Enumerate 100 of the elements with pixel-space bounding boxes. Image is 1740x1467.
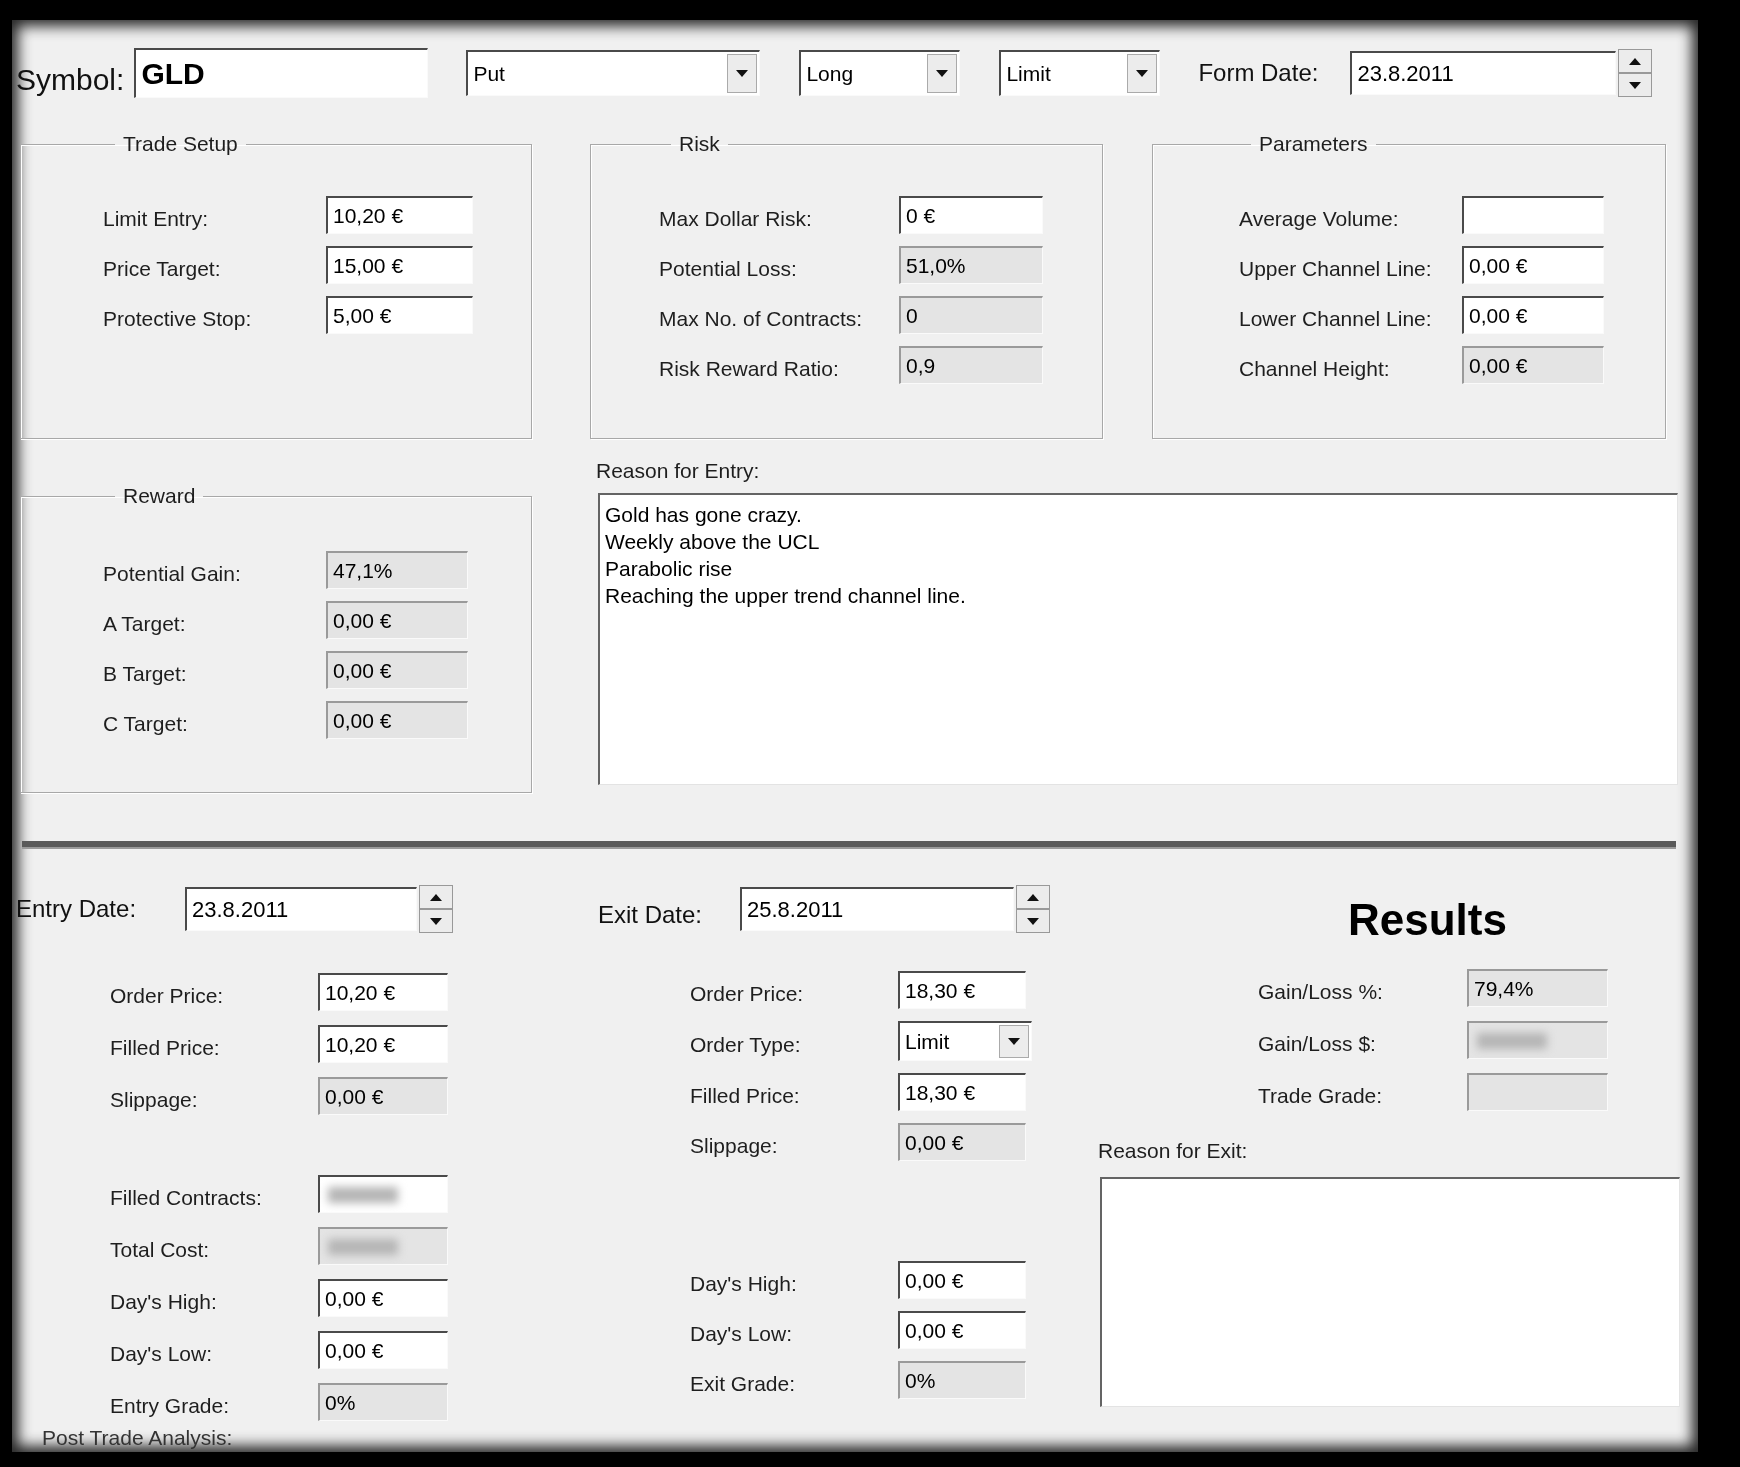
field-label: Filled Price: <box>690 1083 800 1108</box>
group-title: Parameters <box>1258 132 1369 156</box>
text-field[interactable]: 0 € <box>899 196 1043 234</box>
up-arrow-icon <box>1027 893 1039 901</box>
field-label: Potential Gain: <box>103 561 241 586</box>
field-label: Entry Grade: <box>110 1393 230 1418</box>
field-label: B Target: <box>103 661 187 686</box>
spin-up-button[interactable] <box>419 885 453 909</box>
spin-up-button[interactable] <box>1618 49 1653 73</box>
reason-for-exit-label: Reason for Exit: <box>1098 1139 1249 1163</box>
spin-down-button[interactable] <box>419 909 453 933</box>
dropdown[interactable]: Long <box>799 50 961 96</box>
field-label: Day's High: <box>690 1271 797 1296</box>
reason-for-entry-field[interactable]: Gold has gone crazy. Weekly above the UCL Parabolic rise Reaching the upper trend channel line. <box>598 493 1678 785</box>
group-title: Risk <box>678 132 721 156</box>
text-field[interactable]: 5,00 € <box>326 296 473 334</box>
splitter-bar[interactable] <box>22 841 1676 849</box>
field-label: Day's Low: <box>110 1341 213 1366</box>
down-arrow-icon <box>1008 1038 1020 1045</box>
text-field[interactable]: 18,30 € <box>898 971 1026 1009</box>
text-field[interactable]: 0,00 € <box>1462 346 1604 384</box>
field-label: Day's Low: <box>690 1321 793 1346</box>
field-label: Limit Entry: <box>103 206 209 231</box>
field-label: Order Price: <box>690 981 804 1006</box>
field-label: Slippage: <box>690 1133 778 1158</box>
field-label: Filled Contracts: <box>110 1185 262 1210</box>
field-label: Price Target: <box>103 256 221 281</box>
text-field[interactable]: 0,9 <box>899 346 1043 384</box>
field-label: Upper Channel Line: <box>1239 256 1432 281</box>
text-field[interactable]: 0,00 € <box>326 701 468 739</box>
field-label: Filled Price: <box>110 1035 220 1060</box>
reason-for-exit-field[interactable] <box>1100 1177 1680 1407</box>
field-label: Order Price: <box>110 983 224 1008</box>
field-label: A Target: <box>103 611 186 636</box>
up-arrow-icon <box>1629 57 1642 65</box>
form-date-label: Form Date: <box>1198 59 1319 87</box>
spin-up-button[interactable] <box>1016 885 1050 909</box>
blurred-field[interactable] <box>1467 1021 1608 1059</box>
field-label: Average Volume: <box>1239 206 1399 231</box>
dropdown[interactable]: Limit <box>999 50 1161 96</box>
field-label: Risk Reward Ratio: <box>659 356 839 381</box>
down-arrow-icon <box>736 70 749 77</box>
field-label: Lower Channel Line: <box>1239 306 1432 331</box>
text-field[interactable]: 0% <box>898 1361 1026 1399</box>
spin-down-button[interactable] <box>1016 909 1050 933</box>
dropdown[interactable]: Put <box>466 50 761 96</box>
down-arrow-icon <box>1027 917 1039 925</box>
text-field[interactable]: 10,20 € <box>318 1025 448 1063</box>
text-field[interactable]: 0% <box>318 1383 448 1421</box>
date-field[interactable]: 25.8.2011 <box>740 887 1014 931</box>
field-label: Max Dollar Risk: <box>659 206 812 231</box>
text-field[interactable]: 15,00 € <box>326 246 473 284</box>
date-field[interactable]: 23.8.2011 <box>1350 51 1617 95</box>
text-field[interactable]: 79,4% <box>1467 969 1608 1007</box>
text-field[interactable]: 0,00 € <box>898 1311 1026 1349</box>
post-trade-analysis-label: Post Trade Analysis: <box>42 1426 234 1451</box>
text-field[interactable]: 0,00 € <box>326 651 468 689</box>
text-field[interactable]: 47,1% <box>326 551 468 589</box>
text-field[interactable]: 0,00 € <box>318 1331 448 1369</box>
field-label: Gain/Loss $: <box>1258 1031 1376 1056</box>
field-label: Max No. of Contracts: <box>659 306 863 331</box>
down-arrow-icon <box>936 70 949 77</box>
date-field[interactable]: 23.8.2011 <box>185 887 417 931</box>
text-field[interactable]: 18,30 € <box>898 1073 1026 1111</box>
spin-down-button[interactable] <box>1618 73 1653 97</box>
text-field[interactable]: 0,00 € <box>318 1077 448 1115</box>
text-field[interactable]: 0,00 € <box>1462 296 1604 334</box>
field-label: Total Cost: <box>110 1237 210 1262</box>
field-label: C Target: <box>103 711 188 736</box>
field-label: Potential Loss: <box>659 256 797 281</box>
field-label: Order Type: <box>690 1032 801 1057</box>
text-field[interactable]: 0,00 € <box>326 601 468 639</box>
text-field[interactable]: 0 <box>899 296 1043 334</box>
down-arrow-icon <box>1136 70 1149 77</box>
text-field[interactable]: 0,00 € <box>1462 246 1604 284</box>
text-field[interactable] <box>1462 196 1604 234</box>
blurred-field[interactable] <box>318 1175 448 1213</box>
text-field[interactable]: 0,00 € <box>898 1261 1026 1299</box>
text-field[interactable]: 10,20 € <box>318 973 448 1011</box>
text-field[interactable]: 0,00 € <box>898 1123 1026 1161</box>
field-label: Gain/Loss %: <box>1258 979 1383 1004</box>
field-label: Slippage: <box>110 1087 198 1112</box>
down-arrow-icon <box>1629 81 1642 89</box>
up-arrow-icon <box>430 893 442 901</box>
text-field[interactable] <box>1467 1073 1608 1111</box>
dropdown[interactable]: Limit <box>898 1021 1032 1061</box>
field-label: Protective Stop: <box>103 306 252 331</box>
field-label: Trade Grade: <box>1258 1083 1383 1108</box>
symbol-field[interactable]: GLD <box>134 48 429 98</box>
exit-date-label: Exit Date: <box>598 901 704 929</box>
field-label: Exit Grade: <box>690 1371 796 1396</box>
text-field[interactable]: 0,00 € <box>318 1279 448 1317</box>
reason-for-entry-label: Reason for Entry: <box>596 459 761 483</box>
blurred-field[interactable] <box>318 1227 448 1265</box>
symbol-label: Symbol: <box>16 63 125 97</box>
field-label: Day's High: <box>110 1289 217 1314</box>
field-label: Channel Height: <box>1239 356 1390 381</box>
text-field[interactable]: 10,20 € <box>326 196 473 234</box>
group-title: Trade Setup <box>122 132 239 156</box>
text-field[interactable]: 51,0% <box>899 246 1043 284</box>
